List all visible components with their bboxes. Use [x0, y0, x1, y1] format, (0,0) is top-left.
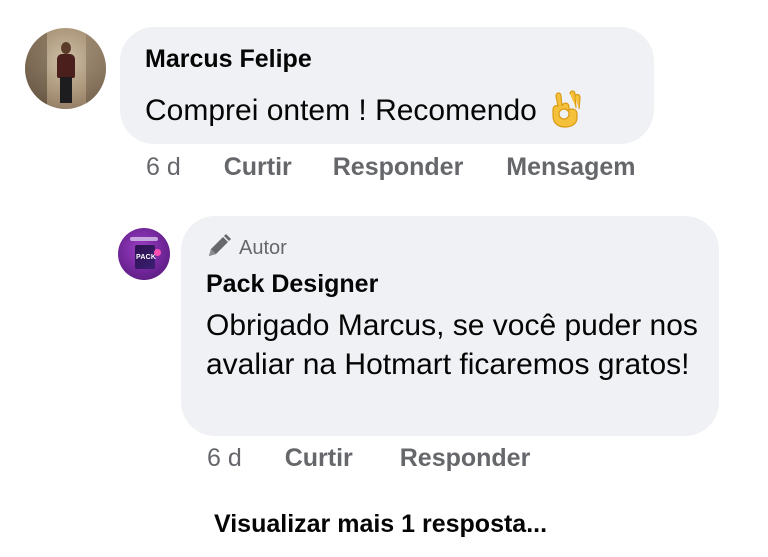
- author-badge-label: Autor: [239, 237, 287, 259]
- comment-text-content: Comprei ontem ! Recomendo: [145, 94, 537, 127]
- reply-like-button[interactable]: Curtir: [285, 441, 353, 475]
- message-button[interactable]: Mensagem: [506, 150, 635, 184]
- like-button[interactable]: Curtir: [224, 150, 292, 184]
- reply-button[interactable]: Responder: [333, 150, 464, 184]
- avatar-spark: [154, 249, 161, 256]
- comment-text: Comprei ontem ! Recomendo: [145, 88, 583, 131]
- pencil-icon: [209, 234, 231, 256]
- view-more-replies-link[interactable]: Visualizar mais 1 resposta...: [214, 507, 547, 541]
- avatar-pack-designer[interactable]: PACK: [118, 228, 170, 280]
- avatar-figure-head: [61, 42, 71, 54]
- avatar-figure-torso: [57, 54, 75, 78]
- comments-thread: Marcus Felipe Comprei ontem ! Recomendo …: [0, 0, 768, 557]
- avatar-pack-mark: PACK: [136, 254, 157, 261]
- author-badge: Autor: [206, 233, 287, 261]
- reply-timestamp[interactable]: 6 d: [207, 441, 242, 475]
- comment-author-name[interactable]: Marcus Felipe: [145, 43, 312, 75]
- avatar-logo-line: [130, 237, 158, 241]
- avatar-background: [86, 28, 106, 109]
- reply-reply-button[interactable]: Responder: [400, 441, 531, 475]
- reply-actions: 6 d Curtir Responder: [207, 441, 530, 475]
- ok-hand-emoji-icon: [547, 88, 583, 128]
- avatar-marcus-felipe[interactable]: [25, 28, 106, 109]
- avatar-background: [25, 28, 47, 109]
- comment-actions: 6 d Curtir Responder Mensagem: [146, 150, 636, 184]
- comment-timestamp[interactable]: 6 d: [146, 150, 181, 184]
- avatar-figure-legs: [60, 77, 72, 103]
- reply-text: Obrigado Marcus, se você puder nos avali…: [206, 309, 698, 381]
- reply-author-name[interactable]: Pack Designer: [206, 268, 378, 300]
